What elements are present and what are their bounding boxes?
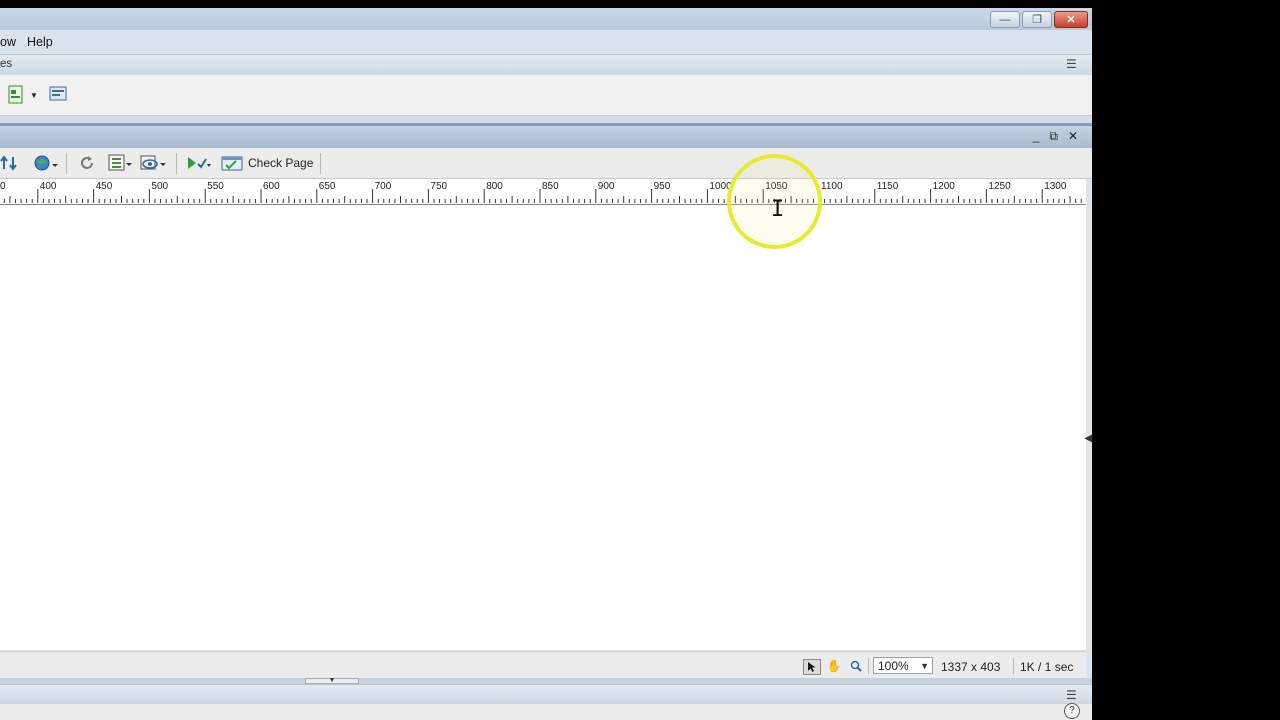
ruler-tick-label: 500: [151, 181, 168, 192]
visual-aids-icon[interactable]: [140, 154, 166, 172]
view-options-icon[interactable]: [108, 154, 132, 172]
zoom-select[interactable]: 100% ▼: [873, 657, 933, 674]
vertical-scrollbar[interactable]: [1086, 205, 1092, 650]
refresh-icon[interactable]: [78, 154, 96, 172]
help-icon[interactable]: ?: [1064, 703, 1080, 719]
ruler-tick-label: 0: [0, 181, 6, 192]
close-button[interactable]: ✕: [1054, 11, 1088, 28]
panel-options-icon[interactable]: ☰: [1066, 58, 1080, 70]
panel-options-icon[interactable]: ☰: [1066, 689, 1080, 701]
menu-help[interactable]: Help: [27, 35, 53, 49]
restore-button[interactable]: ❐: [1022, 11, 1052, 28]
ruler-tick-label: 700: [375, 181, 392, 192]
zoom-value: 100%: [878, 659, 909, 673]
ruler-tick-label: 800: [486, 181, 503, 192]
ruler-tick-label: 1100: [821, 181, 843, 192]
ruler-tick-label: 550: [207, 181, 224, 192]
insert-toolbar: ▼: [0, 75, 1092, 116]
check-page-icon[interactable]: [220, 154, 246, 172]
properties-panel-header: ☰: [0, 684, 1092, 705]
toolbar-separator: [320, 153, 321, 174]
ruler-graphic: 0 400 450 500 550 600 650 700 750 800 850 900 950 100…: [0, 181, 1082, 203]
properties-panel: ?: [0, 703, 1092, 720]
status-separator: [1013, 658, 1014, 674]
hand-tool-icon[interactable]: ✋: [826, 659, 842, 673]
ruler-tick-label: 850: [542, 181, 559, 192]
download-time-readout: 1K / 1 sec: [1020, 660, 1074, 674]
dreamweaver-window: — ❐ ✕ ow Help es ☰ ▼ _ ⧉ ✕ Check Page 0 …: [0, 8, 1092, 720]
ruler-tick-label: 950: [654, 181, 671, 192]
preview-browser-icon[interactable]: [33, 154, 59, 172]
select-tool-icon[interactable]: [803, 659, 821, 675]
menu-window[interactable]: ow: [0, 35, 16, 49]
ruler-tick-label: 1300: [1044, 181, 1067, 192]
ruler-tick-label: 1200: [933, 181, 956, 192]
ruler-tick-label: 400: [40, 181, 57, 192]
ruler-tick-label: 1250: [988, 181, 1011, 192]
document-toolbar: Check Page: [0, 148, 1092, 179]
template-icon[interactable]: [6, 85, 26, 108]
chevron-down-icon: ▼: [920, 661, 929, 671]
doc-close-icon[interactable]: ✕: [1068, 129, 1078, 144]
menu-bar: ow Help: [0, 30, 1092, 54]
insert-panel-label[interactable]: es: [0, 58, 12, 70]
toolbar-separator: [176, 153, 177, 174]
text-cursor-icon: I: [771, 197, 785, 222]
document-window: _ ⧉ ✕ Check Page 0 400 450 500 550 600 6…: [0, 123, 1092, 679]
ruler-tick-label: 900: [598, 181, 615, 192]
document-controls: _ ⧉ ✕: [1033, 129, 1078, 144]
doc-restore-icon[interactable]: ⧉: [1049, 129, 1058, 144]
panel-collapse-icon[interactable]: ◀: [1084, 433, 1092, 444]
document-title-bar: _ ⧉ ✕: [0, 123, 1092, 148]
design-view[interactable]: [0, 205, 1086, 650]
dropdown-arrow-icon[interactable]: ▼: [30, 91, 38, 100]
ruler-tick-label: 1150: [877, 181, 899, 192]
ruler-tick-label: 750: [430, 181, 447, 192]
ruler-tick-label: 450: [96, 181, 113, 192]
title-bar: — ❐ ✕: [0, 8, 1092, 30]
zoom-tool-icon[interactable]: [848, 659, 864, 673]
ruler-tick-label: 600: [263, 181, 280, 192]
status-separator: [868, 658, 869, 674]
status-bar: ✋ 100% ▼ 1337 x 403 1K / 1 sec: [0, 651, 1086, 679]
ruler-tick-label: 650: [319, 181, 336, 192]
validate-markup-icon[interactable]: [186, 154, 212, 172]
toolbar-separator: [66, 153, 67, 174]
check-page-button[interactable]: Check Page: [248, 156, 313, 170]
file-management-icon[interactable]: [0, 154, 24, 172]
doc-minimize-icon[interactable]: _: [1033, 129, 1040, 144]
minimize-button[interactable]: —: [990, 11, 1020, 28]
window-controls: — ❐ ✕: [990, 11, 1088, 28]
tag-chooser-icon[interactable]: [48, 85, 68, 108]
window-size-readout[interactable]: 1337 x 403: [941, 660, 1000, 674]
horizontal-ruler: 0 400 450 500 550 600 650 700 750 800 850 900 950 100…: [0, 179, 1086, 205]
insert-panel-header: es ☰: [0, 54, 1092, 76]
